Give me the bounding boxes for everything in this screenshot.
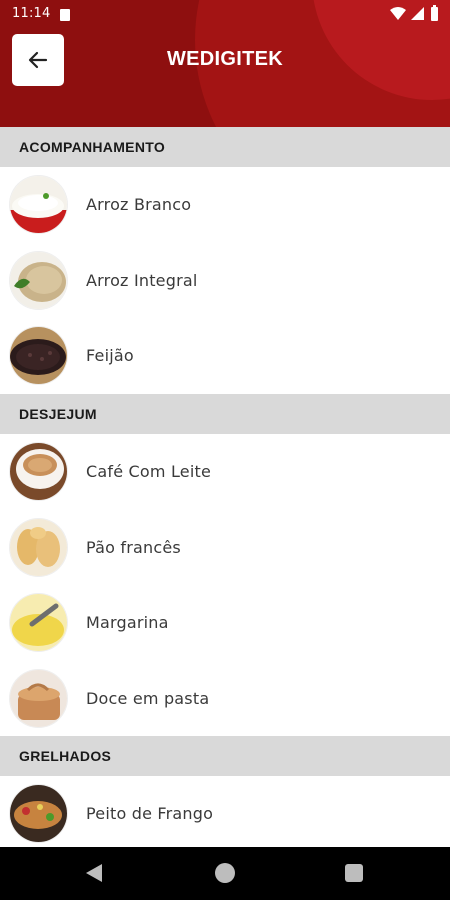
list-item[interactable]: Arroz Integral xyxy=(0,242,450,319)
system-nav-bar xyxy=(0,847,450,900)
item-label: Arroz Branco xyxy=(86,195,192,215)
list-item[interactable]: Peito de Frango xyxy=(0,776,450,852)
margarine-thumbnail xyxy=(10,594,67,652)
nav-back-icon[interactable] xyxy=(86,864,102,882)
sweet-paste-thumbnail xyxy=(10,669,67,727)
page-title: WEDIGITEK xyxy=(166,48,284,70)
item-label: Doce em pasta xyxy=(86,688,210,708)
black-beans-thumbnail xyxy=(10,327,67,385)
bread-thumbnail xyxy=(10,518,67,576)
section-header-acompanhamento: ACOMPANHAMENTO xyxy=(0,127,450,167)
battery-icon xyxy=(431,5,438,21)
status-bar: 11:14 xyxy=(0,0,450,28)
section-header-desjejum: DESJEJUM xyxy=(0,393,450,434)
food-list: ACOMPANHAMENTO Arroz Branco Arroz Integr… xyxy=(0,127,450,852)
chicken-breast-thumbnail xyxy=(10,785,67,843)
sim-card-icon xyxy=(60,9,70,21)
list-item[interactable]: Margarina xyxy=(0,584,450,661)
coffee-thumbnail xyxy=(10,443,67,501)
wifi-icon xyxy=(390,7,406,20)
item-label: Peito de Frango xyxy=(86,804,214,824)
item-label: Arroz Integral xyxy=(86,270,198,290)
status-time: 11:14 xyxy=(12,6,51,21)
item-label: Pão francês xyxy=(86,537,181,557)
app-header: 11:14 WEDIGITEK xyxy=(0,0,450,127)
list-item[interactable]: Pão francês xyxy=(0,509,450,585)
item-label: Margarina xyxy=(86,613,169,633)
item-label: Feijão xyxy=(86,346,134,366)
signal-icon xyxy=(411,7,424,20)
list-item[interactable]: Feijão xyxy=(0,318,450,394)
nav-recents-icon[interactable] xyxy=(345,864,363,882)
brown-rice-thumbnail xyxy=(10,251,67,309)
item-label: Café Com Leite xyxy=(86,462,212,482)
white-rice-thumbnail xyxy=(10,176,67,234)
list-item[interactable]: Doce em pasta xyxy=(0,660,450,737)
section-header-grelhados: GRELHADOS xyxy=(0,736,450,777)
list-item[interactable]: Arroz Branco xyxy=(0,167,450,243)
nav-home-icon[interactable] xyxy=(215,863,235,883)
list-item[interactable]: Café Com Leite xyxy=(0,433,450,510)
